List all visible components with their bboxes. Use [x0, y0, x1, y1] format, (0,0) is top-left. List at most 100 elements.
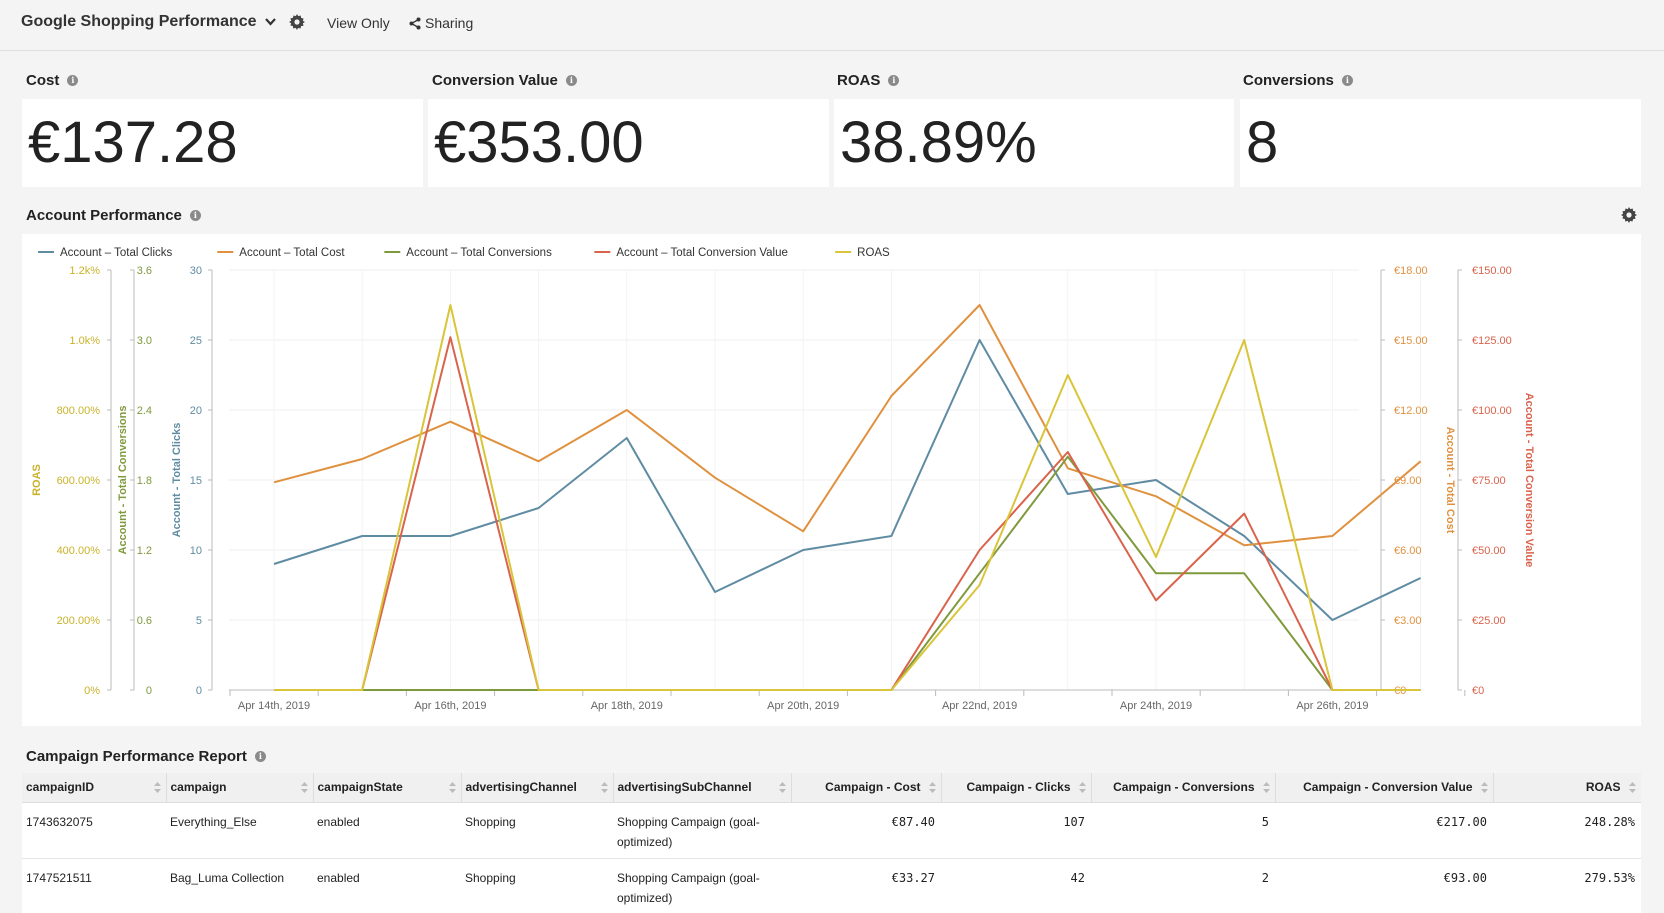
info-icon[interactable]: i: [189, 210, 201, 221]
info-icon[interactable]: i: [565, 75, 577, 86]
y-tick-label-convvalue: €100.00: [1472, 405, 1512, 417]
y-tick-label-conversions: 0.6: [137, 615, 152, 627]
column-header-campaign-clicks[interactable]: Campaign - Clicks: [941, 773, 1092, 803]
series-line-roas: [274, 304, 1421, 691]
y-tick-label-clicks: 0: [196, 685, 202, 697]
column-header-label: Campaign - Conversions: [1113, 780, 1255, 795]
y-tick-label-convvalue: €25.00: [1472, 615, 1506, 627]
y-tick-label-roas: 1.0k%: [69, 335, 100, 347]
y-tick-label-conversions: 3.0: [137, 335, 152, 347]
table-cell: enabled: [313, 802, 461, 859]
table-cell: 107: [941, 802, 1091, 859]
y-tick-label-conversions: 1.2: [137, 545, 152, 557]
column-header-advertisingchannel[interactable]: advertisingChannel: [461, 773, 614, 803]
x-tick-label: Apr 20th, 2019: [767, 700, 839, 712]
sharing-label: Sharing: [425, 15, 474, 31]
y-tick-label-clicks: 20: [190, 405, 202, 417]
legend-label: Account – Total Conversion Value: [616, 247, 788, 259]
info-icon[interactable]: i: [888, 75, 900, 86]
sort-icon[interactable]: [928, 782, 936, 793]
column-header-label: advertisingChannel: [465, 780, 577, 795]
y-tick-label-conversions: 1.8: [137, 475, 152, 487]
table-cell: enabled: [313, 858, 461, 913]
table-cell: €93.00: [1275, 858, 1493, 913]
table-cell: Shopping: [461, 858, 613, 913]
y-tick-label-roas: 400.00%: [57, 545, 101, 557]
table-header-row: campaignID campaign campaignState advertisi…: [22, 773, 1641, 803]
table-cell: 42: [941, 858, 1091, 913]
table-cell: 248.28%: [1493, 802, 1641, 859]
dashboard-title-dropdown[interactable]: Google Shopping Performance: [21, 13, 276, 31]
y-tick-label-clicks: 10: [190, 545, 202, 557]
table-row[interactable]: 1743632075 Everything_Else enabled Shopping…: [22, 802, 1641, 859]
table-cell: €33.27: [791, 858, 941, 913]
campaign-report-title: Campaign Performance Report i: [26, 748, 266, 765]
sharing-button[interactable]: Sharing: [409, 15, 473, 31]
sort-icon[interactable]: [1078, 782, 1086, 793]
table-cell: €87.40: [791, 802, 941, 859]
table-cell: Shopping: [461, 802, 613, 859]
y-tick-label-cost: €12.00: [1394, 405, 1428, 417]
sort-icon[interactable]: [300, 782, 308, 793]
sort-icon[interactable]: [1480, 782, 1488, 793]
table-cell: Everything_Else: [166, 802, 313, 859]
info-icon[interactable]: i: [67, 75, 79, 86]
y-tick-label-convvalue: €125.00: [1472, 335, 1512, 347]
kpi-label-conversions: Conversions i: [1243, 72, 1353, 89]
sort-icon[interactable]: [600, 782, 608, 793]
kpi-card-conversion-value: €353.00: [428, 99, 829, 187]
column-header-label: Campaign - Conversion Value: [1303, 780, 1473, 795]
column-header-campaign[interactable]: campaign: [166, 773, 314, 803]
chart-svg: Apr 14th, 2019 Apr 16th, 2019 Apr 18th, 20…: [31, 247, 1535, 712]
y-tick-label-clicks: 25: [190, 335, 202, 347]
x-tick-label: Apr 24th, 2019: [1120, 700, 1192, 712]
campaign-table: campaignID campaign campaignState advertisi…: [22, 773, 1641, 913]
y-axis-title-convvalue: Account - Total Conversion Value: [1523, 393, 1535, 568]
y-tick-label-cost: €18.00: [1394, 265, 1428, 277]
sort-icon[interactable]: [448, 782, 456, 793]
section-title-text: Campaign Performance Report: [26, 748, 247, 765]
gear-icon[interactable]: [289, 14, 305, 30]
kpi-label-text: Conversions: [1243, 72, 1334, 89]
column-header-roas[interactable]: ROAS: [1493, 773, 1641, 803]
kpi-label-text: Cost: [26, 72, 60, 89]
chart-settings-gear-icon[interactable]: [1621, 207, 1637, 223]
y-tick-label-cost: €15.00: [1394, 335, 1428, 347]
table-cell: Shopping Campaign (goal-optimized): [613, 802, 791, 859]
table-cell: €217.00: [1275, 802, 1493, 859]
sort-icon[interactable]: [1628, 782, 1636, 793]
column-header-label: Campaign - Cost: [825, 780, 921, 795]
table-cell: 1743632075: [22, 802, 166, 859]
kpi-value: €137.28: [28, 110, 238, 175]
y-tick-label-convvalue: €75.00: [1472, 475, 1506, 487]
dashboard-title: Google Shopping Performance: [21, 13, 257, 30]
series-line-account-total-cost: [273, 304, 1422, 547]
column-header-campaign-cost[interactable]: Campaign - Cost: [791, 773, 942, 803]
kpi-value: €353.00: [434, 110, 644, 175]
info-icon[interactable]: i: [254, 751, 266, 762]
table-row[interactable]: 1747521511 Bag_Luma Collection enabled Shop…: [22, 858, 1641, 913]
column-header-campaignid[interactable]: campaignID: [22, 773, 167, 803]
column-header-campaignstate[interactable]: campaignState: [313, 773, 462, 803]
sort-icon[interactable]: [1262, 782, 1270, 793]
column-header-campaign-conversions[interactable]: Campaign - Conversions: [1091, 773, 1276, 803]
column-header-campaign-conversion-value[interactable]: Campaign - Conversion Value: [1275, 773, 1494, 803]
kpi-label-conversion-value: Conversion Value i: [432, 72, 577, 89]
info-icon[interactable]: i: [1341, 75, 1353, 86]
column-header-advertisingsubchannel[interactable]: advertisingSubChannel: [613, 773, 792, 803]
y-tick-label-conversions: 2.4: [137, 405, 152, 417]
sort-icon[interactable]: [778, 782, 786, 793]
sort-icon[interactable]: [153, 782, 161, 793]
y-tick-label-clicks: 15: [190, 475, 202, 487]
kpi-value: 8: [1246, 110, 1279, 175]
top-bar: Google Shopping Performance View Only Sh…: [0, 0, 1664, 51]
x-tick-label: Apr 18th, 2019: [591, 700, 663, 712]
column-header-label: advertisingSubChannel: [617, 780, 752, 795]
column-header-label: campaignID: [26, 780, 95, 795]
column-header-label: campaign: [170, 780, 227, 795]
table-cell: 279.53%: [1493, 858, 1641, 913]
y-tick-label-roas: 1.2k%: [69, 265, 100, 277]
view-only-label[interactable]: View Only: [327, 15, 390, 31]
account-performance-chart: Apr 14th, 2019 Apr 16th, 2019 Apr 18th, 20…: [22, 234, 1641, 726]
y-tick-label-conversions: 0: [146, 685, 152, 697]
